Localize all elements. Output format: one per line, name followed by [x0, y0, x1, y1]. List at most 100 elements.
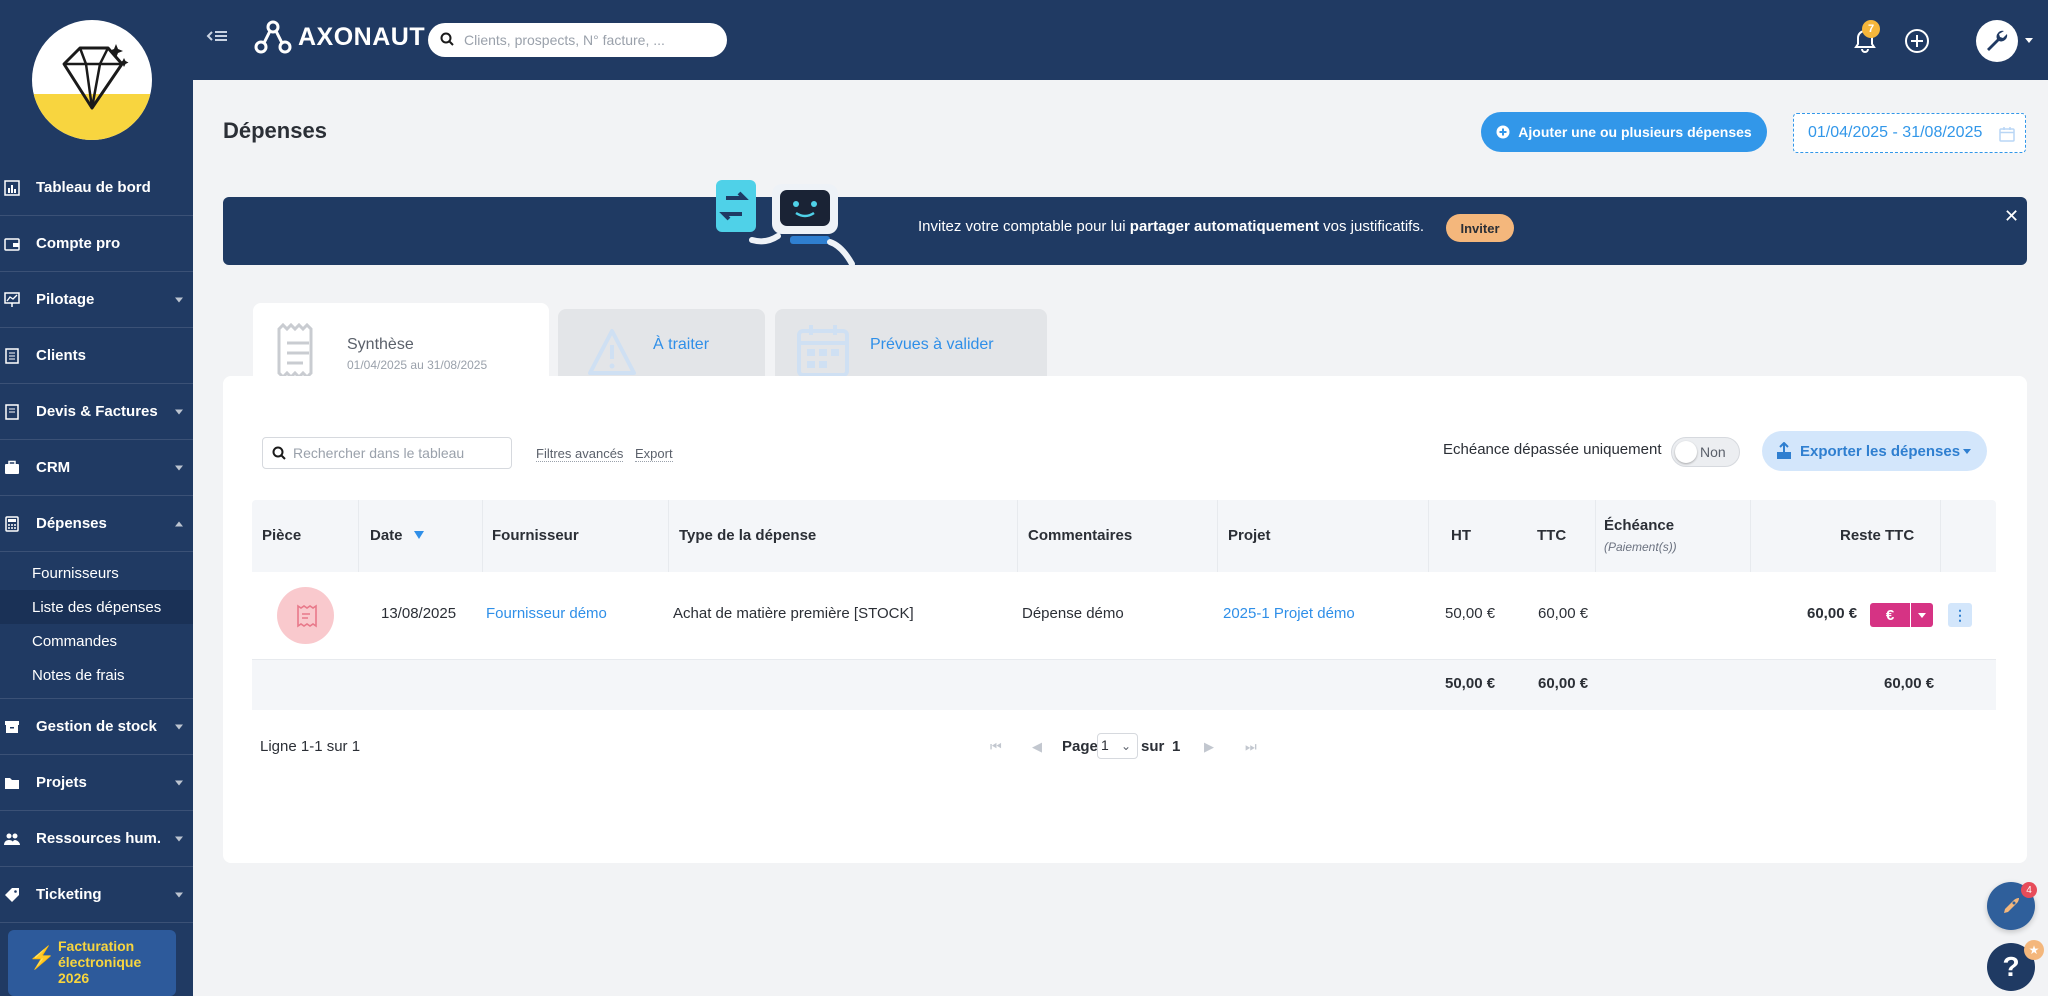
sidebar-item-crm[interactable]: CRM [0, 440, 193, 496]
column-header-expense-type[interactable]: Type de la dépense [679, 527, 816, 544]
chevron-down-icon [175, 892, 183, 897]
cell-expense-type: Achat de matière première [STOCK] [673, 605, 914, 622]
more-actions-icon[interactable]: ⋮ [1948, 603, 1972, 627]
sidebar-item-depenses[interactable]: Dépenses [0, 496, 193, 552]
sort-desc-icon[interactable] [414, 531, 424, 539]
rows-summary: Ligne 1-1 sur 1 [260, 738, 361, 755]
star-icon: ★ [2024, 940, 2044, 960]
chart-icon [4, 291, 20, 307]
add-circle-icon[interactable] [1904, 28, 1930, 54]
column-header-ht[interactable]: HT [1451, 527, 1471, 544]
banner-text-after: vos justificatifs. [1318, 218, 1425, 235]
sidebar-subitem-commandes[interactable]: Commandes [0, 624, 193, 658]
column-header-remaining[interactable]: Reste TTC [1840, 527, 1914, 544]
tab-title: Synthèse [347, 336, 414, 353]
next-page-icon[interactable]: ▶ [1204, 739, 1214, 755]
add-expenses-label: Ajouter une ou plusieurs dépenses [1518, 124, 1752, 140]
page-title: Dépenses [223, 118, 327, 143]
sidebar-item-label: Clients [36, 347, 87, 364]
chevron-up-icon [175, 521, 183, 526]
sidebar-item-label: CRM [36, 459, 71, 476]
export-expenses-button[interactable]: Exporter les dépenses [1762, 431, 1987, 471]
page-select[interactable]: 1 ⌄ [1097, 733, 1138, 759]
column-header-project[interactable]: Projet [1228, 527, 1271, 544]
banner-text-bold: partager automatiquement [1129, 218, 1319, 235]
export-link[interactable]: Export [635, 446, 673, 462]
column-header-date[interactable]: Date [370, 527, 403, 544]
collapse-sidebar-button[interactable] [206, 28, 230, 50]
sidebar-subitem-fournisseurs[interactable]: Fournisseurs [0, 556, 193, 590]
pay-button[interactable]: € [1870, 603, 1910, 627]
einvoice-line: Facturation [58, 938, 135, 954]
cell-project-link[interactable]: 2025-1 Projet démo [1223, 605, 1355, 622]
table-search-input[interactable]: Rechercher dans le tableau [262, 437, 512, 469]
banner-message: Invitez votre comptable pour lui partage… [918, 218, 1424, 235]
chevron-down-icon [175, 836, 183, 841]
einvoice-promo[interactable]: ⚡ Facturation électronique 2026 [8, 930, 176, 996]
cell-ht: 50,00 € [1445, 605, 1496, 622]
advanced-filters-link[interactable]: Filtres avancés [536, 446, 624, 462]
date-range-picker[interactable]: 01/04/2025 - 31/08/2025 [1793, 113, 2026, 153]
plus-circle-icon [1496, 125, 1510, 139]
toggle-value: Non [1700, 444, 1726, 460]
column-header-piece[interactable]: Pièce [262, 527, 301, 544]
chevron-down-icon[interactable] [2025, 38, 2033, 43]
calculator-icon [5, 515, 19, 532]
sidebar-item-tableau-de-bord[interactable]: Tableau de bord [0, 160, 193, 216]
close-icon[interactable]: ✕ [2004, 206, 2019, 227]
search-icon [272, 446, 286, 460]
notification-badge: 7 [1862, 20, 1880, 38]
banner-text-before: Invitez votre comptable pour lui [918, 218, 1130, 235]
attachment-thumbnail[interactable] [277, 587, 334, 644]
sidebar-item-label: Dépenses [36, 515, 107, 532]
calendar-icon [1999, 127, 2015, 142]
sidebar-item-pilotage[interactable]: Pilotage [0, 272, 193, 328]
sidebar-item-clients[interactable]: Clients [0, 328, 193, 384]
people-icon [4, 833, 20, 845]
table-search-placeholder: Rechercher dans le tableau [293, 445, 465, 461]
sidebar-item-ressources-hum[interactable]: Ressources hum. [0, 811, 193, 867]
briefcase-icon [5, 460, 19, 474]
robot-mascot-icon [716, 180, 855, 267]
sidebar-subitem-liste-des-depenses[interactable]: Liste des dépenses [0, 590, 193, 624]
previous-page-icon[interactable]: ◀ [1032, 739, 1042, 755]
add-expenses-button[interactable]: Ajouter une ou plusieurs dépenses [1481, 112, 1767, 152]
calendar-icon [797, 325, 849, 377]
sidebar-item-gestion-de-stock[interactable]: Gestion de stock [0, 699, 193, 755]
chevron-down-icon: ⌄ [1120, 739, 1131, 753]
invoice-icon [5, 403, 19, 420]
chevron-down-icon [1963, 449, 1971, 454]
cell-supplier-link[interactable]: Fournisseur démo [486, 605, 607, 622]
overdue-filter-label: Echéance dépassée uniquement [1443, 441, 1662, 458]
pay-options-dropdown[interactable] [1911, 603, 1933, 627]
of-label: sur [1141, 738, 1165, 755]
last-page-icon[interactable]: ⏭ [1245, 739, 1257, 755]
einvoice-line: électronique [58, 954, 142, 970]
toggle-knob [1675, 441, 1697, 463]
column-header-supplier[interactable]: Fournisseur [492, 527, 579, 544]
column-header-due[interactable]: Échéance [1604, 517, 1674, 534]
settings-button[interactable] [1976, 20, 2018, 62]
sidebar: Tableau de bord Compte pro Pilotage Clie… [0, 0, 193, 996]
tab-a-traiter[interactable]: À traiter [558, 309, 765, 377]
column-header-comments[interactable]: Commentaires [1028, 527, 1132, 544]
sidebar-subitem-notes-de-frais[interactable]: Notes de frais [0, 658, 193, 692]
sidebar-item-projets[interactable]: Projets [0, 755, 193, 811]
receipt-icon [296, 604, 317, 627]
brand-logo[interactable]: AXONAUT [254, 20, 425, 54]
sidebar-item-ticketing[interactable]: Ticketing [0, 867, 193, 923]
company-logo[interactable] [32, 20, 152, 140]
sidebar-item-label: Devis & Factures [36, 403, 158, 420]
sidebar-item-compte-pro[interactable]: Compte pro [0, 216, 193, 272]
page-select-value: 1 [1101, 737, 1109, 753]
overdue-toggle[interactable]: Non [1671, 437, 1740, 467]
sidebar-item-label: Pilotage [36, 291, 95, 308]
chevron-down-icon [175, 724, 183, 729]
tab-synthese[interactable]: Synthèse 01/04/2025 au 31/08/2025 [253, 303, 549, 380]
global-search-input[interactable]: Clients, prospects, N° facture, ... [428, 23, 727, 57]
sidebar-item-devis-factures[interactable]: Devis & Factures [0, 384, 193, 440]
invite-button[interactable]: Inviter [1446, 214, 1514, 242]
tab-prevues-a-valider[interactable]: Prévues à valider [775, 309, 1047, 377]
first-page-icon[interactable]: ⏮ [990, 739, 1002, 755]
column-header-ttc[interactable]: TTC [1537, 527, 1566, 544]
